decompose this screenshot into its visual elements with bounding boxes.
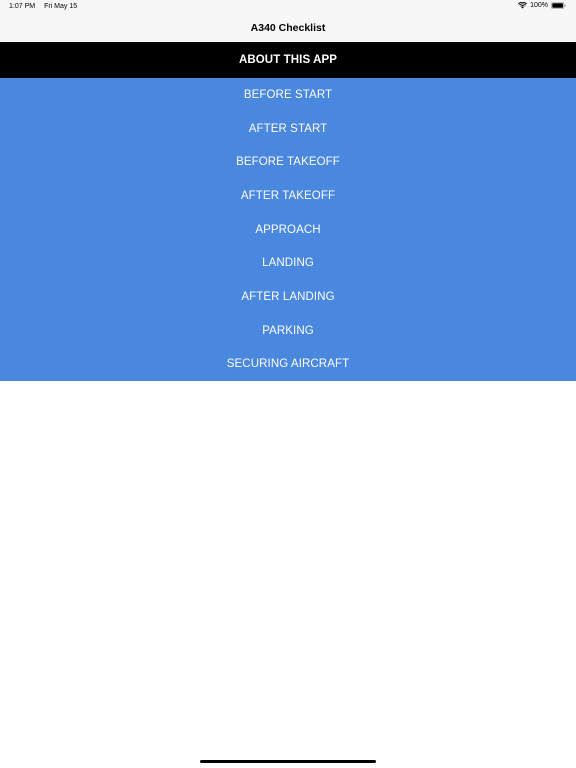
- screen: 1:07 PM Fri May 15 100% A340 Checklist A…: [0, 0, 576, 768]
- status-bar: 1:07 PM Fri May 15 100%: [0, 0, 576, 14]
- menu-item-label: LANDING: [262, 257, 314, 270]
- wifi-icon: [518, 2, 528, 9]
- navigation-bar: A340 Checklist: [0, 14, 576, 43]
- menu-item-label: AFTER START: [248, 122, 328, 135]
- battery-percent: 100%: [530, 2, 548, 9]
- status-right: 100%: [518, 2, 566, 9]
- menu-item-securing-aircraft[interactable]: SECURING AIRCRAFT: [0, 348, 576, 382]
- menu-item-after-takeoff[interactable]: AFTER TAKEOFF: [0, 179, 576, 213]
- menu-item-label: APPROACH: [255, 223, 321, 236]
- menu-item-after-landing[interactable]: AFTER LANDING: [0, 280, 576, 314]
- menu-item-label: BEFORE START: [243, 88, 333, 101]
- menu-item-label: AFTER LANDING: [241, 290, 335, 303]
- status-date: Fri May 15: [44, 3, 78, 10]
- menu-item-landing[interactable]: LANDING: [0, 246, 576, 280]
- checklist-menu: BEFORE START AFTER START BEFORE TAKEOFF …: [0, 78, 576, 381]
- battery-icon: [551, 2, 566, 9]
- menu-item-label: BEFORE TAKEOFF: [236, 156, 340, 169]
- page-title: A340 Checklist: [250, 22, 326, 34]
- about-this-app-button[interactable]: ABOUT THIS APP: [0, 42, 576, 78]
- menu-item-label: PARKING: [262, 324, 314, 337]
- status-time: 1:07 PM: [9, 3, 36, 10]
- home-indicator[interactable]: [200, 760, 376, 763]
- menu-item-label: AFTER TAKEOFF: [240, 189, 336, 202]
- menu-item-before-takeoff[interactable]: BEFORE TAKEOFF: [0, 145, 576, 179]
- menu-item-label: SECURING AIRCRAFT: [226, 358, 350, 371]
- menu-item-approach[interactable]: APPROACH: [0, 213, 576, 247]
- menu-item-after-start[interactable]: AFTER START: [0, 112, 576, 146]
- status-left: 1:07 PM Fri May 15: [9, 3, 77, 10]
- menu-item-before-start[interactable]: BEFORE START: [0, 78, 576, 112]
- menu-item-parking[interactable]: PARKING: [0, 314, 576, 348]
- about-this-app-label: ABOUT THIS APP: [238, 54, 338, 66]
